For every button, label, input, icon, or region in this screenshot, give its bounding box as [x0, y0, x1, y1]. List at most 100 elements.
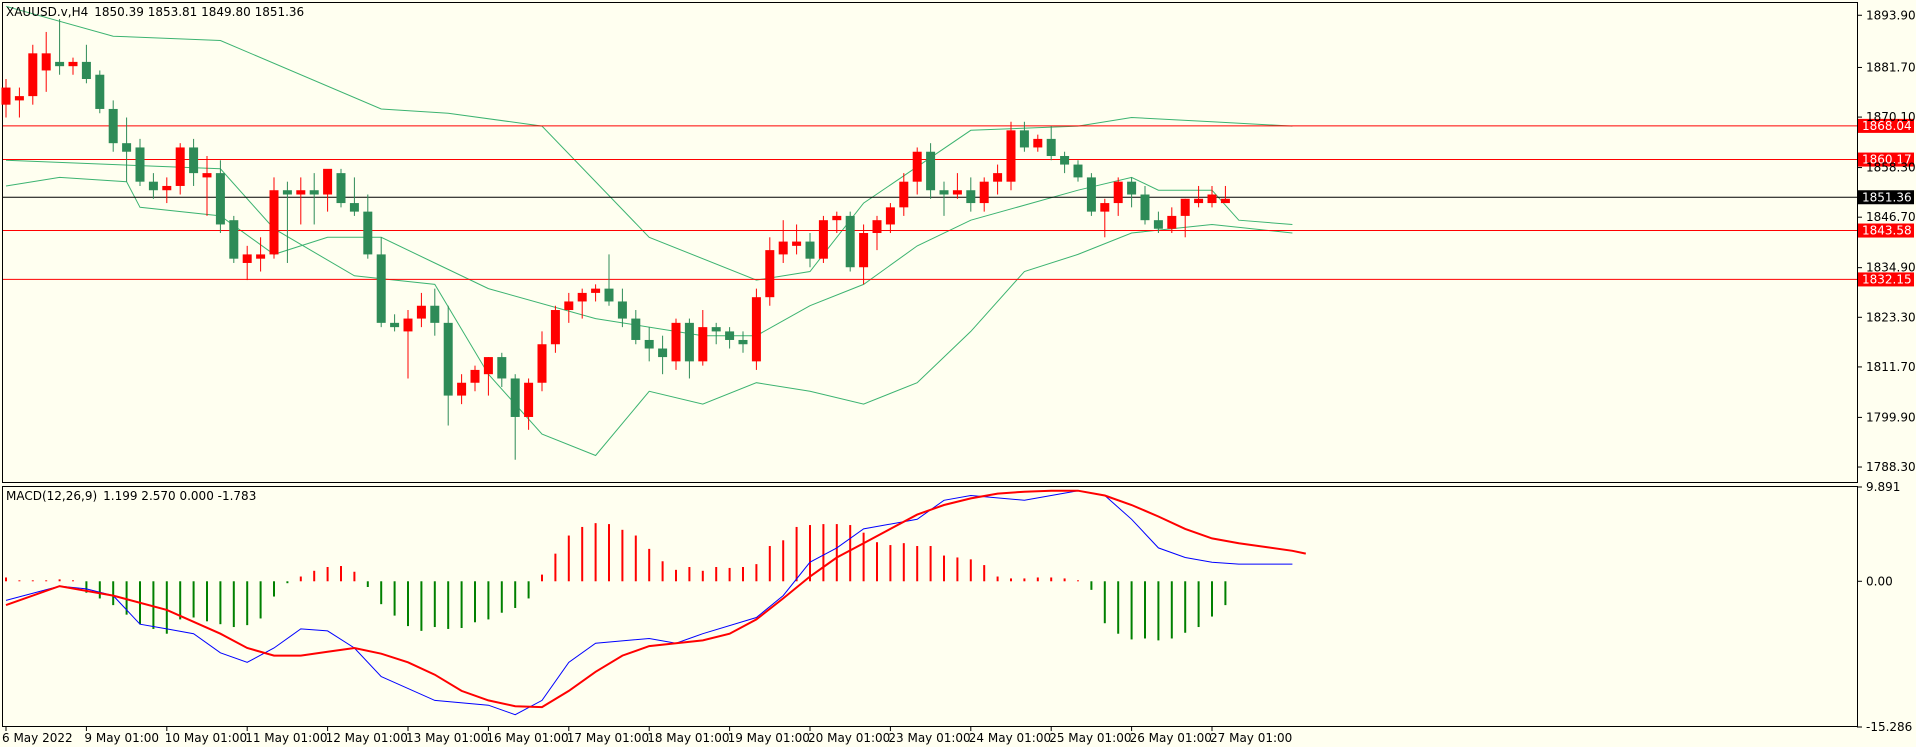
- candle-body: [952, 190, 962, 195]
- price-tick-label: 1858.30: [1866, 161, 1916, 175]
- candle-body: [81, 61, 91, 80]
- candle-body: [376, 254, 386, 323]
- candle-body: [1086, 177, 1096, 212]
- candle-body: [1153, 220, 1163, 229]
- candle-body: [55, 61, 65, 67]
- candle-body: [1019, 130, 1029, 148]
- time-tick-label: 17 May 01:00: [567, 731, 649, 745]
- candle-body: [510, 378, 520, 417]
- time-tick-label: 11 May 01:00: [245, 731, 327, 745]
- time-tick-label: 10 May 01:00: [165, 731, 247, 745]
- candle-body: [885, 207, 895, 225]
- candle-body: [1180, 198, 1190, 216]
- candle-body: [14, 96, 24, 101]
- candle-body: [162, 185, 172, 191]
- time-tick-label: 23 May 01:00: [888, 731, 970, 745]
- candle-body: [309, 190, 319, 195]
- candle-body: [671, 322, 681, 362]
- time-tick-label: 24 May 01:00: [969, 731, 1051, 745]
- macd-tick-label: -15.286: [1866, 720, 1912, 734]
- candle-body: [483, 357, 493, 375]
- candle-body: [792, 241, 802, 246]
- candle-body: [349, 203, 359, 212]
- current-price-label: 1851.36: [1862, 190, 1912, 204]
- candle-body: [148, 181, 158, 191]
- candle-body: [859, 233, 869, 268]
- candle-body: [242, 254, 252, 263]
- candle-body: [617, 301, 627, 319]
- candle-body: [135, 147, 145, 182]
- candle-body: [644, 339, 654, 349]
- candle-body: [845, 215, 855, 268]
- chart-svg[interactable]: 1868.041860.171843.581832.151851.36 1893…: [0, 0, 1916, 747]
- candle-body: [939, 190, 949, 195]
- candle-body: [457, 382, 467, 396]
- candle-body: [256, 254, 266, 259]
- candle-body: [296, 190, 306, 195]
- candle-body: [979, 181, 989, 204]
- candle-body: [1060, 156, 1070, 165]
- candle-body: [550, 310, 560, 345]
- chart-window: 1868.04 1860.17 1843.58 1832.15 1851.36 1893…: [0, 0, 1916, 747]
- time-tick-label: 19 May 01:00: [728, 731, 810, 745]
- level-price-label: 1843.58: [1862, 224, 1912, 238]
- candle-body: [1100, 203, 1110, 212]
- macd-panel-frame: [2, 486, 1858, 727]
- candle-body: [497, 357, 507, 379]
- candle-body: [363, 211, 373, 255]
- candle-body: [698, 327, 708, 362]
- candle-body: [1220, 198, 1230, 204]
- candle-body: [1207, 194, 1217, 204]
- candle-body: [818, 220, 828, 259]
- candle-body: [738, 339, 748, 345]
- candle-body: [1033, 138, 1043, 148]
- time-tick-label: 6 May 2022: [2, 731, 73, 745]
- candle-body: [1127, 181, 1137, 195]
- candle-body: [41, 53, 51, 71]
- candle-body: [1167, 215, 1177, 229]
- candle-body: [416, 305, 426, 319]
- candle-body: [1, 87, 11, 105]
- candle-body: [336, 173, 346, 204]
- candle-body: [443, 322, 453, 396]
- candle-body: [564, 301, 574, 311]
- candle-body: [28, 53, 38, 97]
- time-tick-label: 26 May 01:00: [1130, 731, 1212, 745]
- candle-body: [604, 288, 614, 302]
- candle-body: [537, 344, 547, 383]
- candle-body: [1073, 164, 1083, 178]
- time-tick-label: 12 May 01:00: [326, 731, 408, 745]
- price-tick-label: 1870.10: [1866, 110, 1916, 124]
- candle-body: [269, 190, 279, 255]
- time-tick-label: 27 May 01:00: [1210, 731, 1292, 745]
- candle-body: [1046, 138, 1056, 157]
- price-tick-label: 1799.90: [1866, 410, 1916, 424]
- price-tick-label: 1893.90: [1866, 8, 1916, 22]
- candle-body: [658, 348, 668, 358]
- candle-body: [229, 220, 239, 259]
- time-axis: 6 May 2022 9 May 01:00 10 May 01:0011 May …: [2, 727, 1292, 745]
- time-tick-label: 13 May 01:00: [406, 731, 488, 745]
- candle-body: [1140, 194, 1150, 221]
- candle-body: [215, 173, 225, 225]
- candle-body: [993, 173, 1003, 182]
- candle-body: [282, 190, 292, 195]
- price-tick-label: 1834.90: [1866, 261, 1916, 275]
- candle-body: [591, 288, 601, 293]
- candle-body: [68, 61, 78, 67]
- time-tick-label: 20 May 01:00: [808, 731, 890, 745]
- candle-body: [684, 322, 694, 362]
- candle-body: [711, 327, 721, 332]
- time-tick-label: 18 May 01:00: [647, 731, 729, 745]
- candle-body: [95, 74, 105, 109]
- candle-body: [926, 151, 936, 191]
- candle-body: [765, 250, 775, 298]
- macd-panel-title: MACD(12,26,9) 1.199 2.570 0.000 -1.783: [6, 489, 256, 503]
- price-panel-frame: [2, 2, 1858, 483]
- price-tick-label: 1823.30: [1866, 310, 1916, 324]
- price-tick-label: 1846.70: [1866, 210, 1916, 224]
- price-tick-label: 1881.70: [1866, 60, 1916, 74]
- candle-body: [390, 322, 400, 328]
- candle-body: [577, 292, 587, 302]
- macd-tick-label: 0.00: [1866, 574, 1893, 588]
